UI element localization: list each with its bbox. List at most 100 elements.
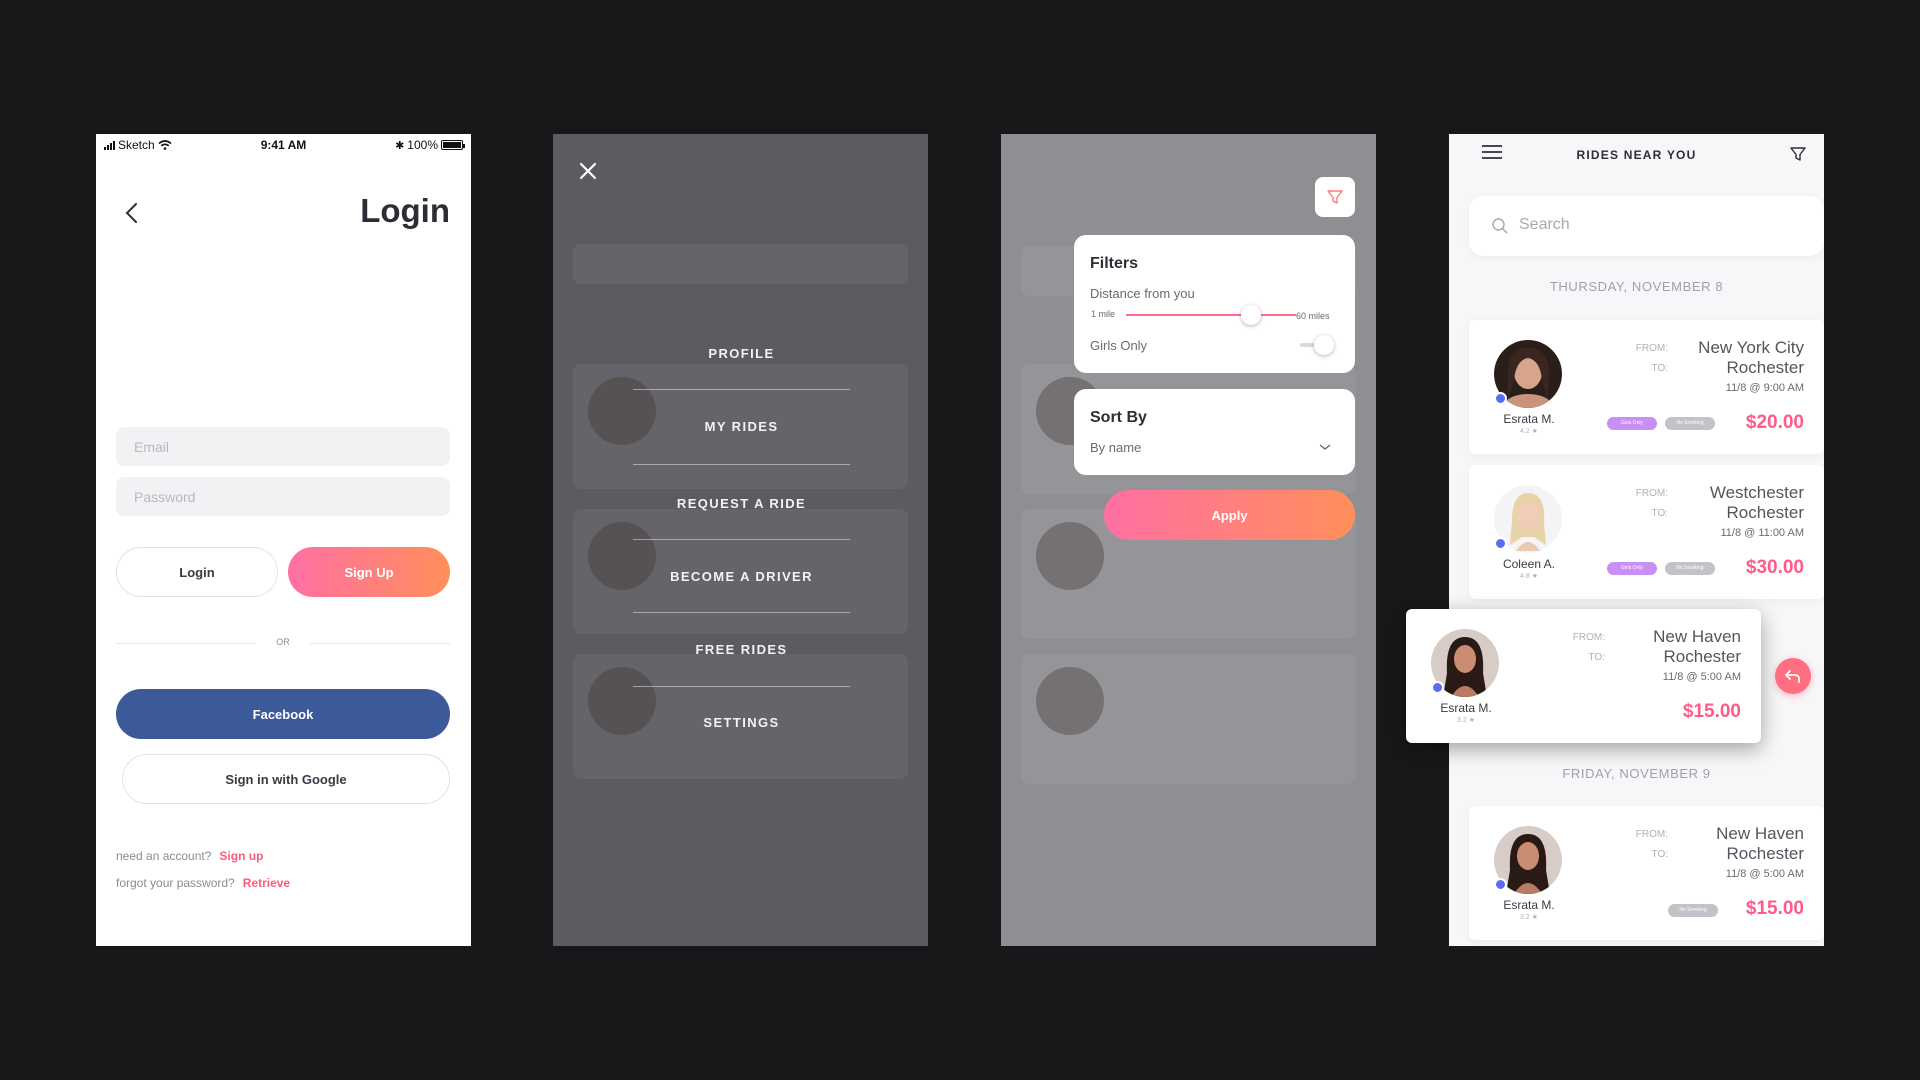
menu-divider	[633, 612, 850, 613]
or-label: OR	[276, 637, 290, 647]
divider-right	[310, 643, 450, 644]
menu-divider	[633, 686, 850, 687]
undo-icon	[1785, 670, 1800, 683]
status-bar: Sketch 9:41 AM ✱ 100%	[96, 134, 471, 156]
search-icon	[1492, 218, 1508, 234]
no-smoking-tag: No Smoking	[1668, 904, 1718, 917]
verified-badge-icon	[1431, 681, 1444, 694]
ride-price: $15.00	[1682, 701, 1741, 722]
forgot-password-row: forgot your password? Retrieve	[116, 876, 290, 890]
distance-slider-track[interactable]	[1126, 314, 1296, 316]
filters-card: Filters Distance from you 1 mile 60 mile…	[1074, 235, 1355, 373]
sort-title: Sort By	[1090, 409, 1147, 426]
ride-origin: New Haven	[1653, 627, 1741, 646]
to-label: TO:	[1651, 849, 1668, 860]
ride-destination: Rochester	[1663, 647, 1741, 666]
need-account-text: need an account?	[116, 849, 212, 863]
distance-slider-thumb[interactable]	[1241, 305, 1261, 325]
filter-button[interactable]	[1315, 177, 1355, 217]
ride-destination: Rochester	[1726, 503, 1804, 522]
menu-divider	[633, 539, 850, 540]
search-bar[interactable]	[1469, 196, 1824, 256]
distance-min-label: 1 mile	[1091, 309, 1116, 319]
menu-item-free-rides[interactable]: FREE RIDES	[633, 642, 850, 657]
signup-link[interactable]: Sign up	[219, 849, 263, 863]
rides-viewport: RIDES NEAR YOU THURSDAY, NOVEMBER 8 Esra…	[1449, 134, 1824, 946]
ghost-avatar-1	[588, 377, 656, 445]
sort-card: Sort By By name	[1074, 389, 1355, 475]
page-title: Login	[360, 192, 450, 229]
signup-button[interactable]: Sign Up	[288, 547, 450, 597]
login-button[interactable]: Login	[116, 547, 278, 597]
verified-badge-icon	[1494, 392, 1507, 405]
search-input[interactable]	[1519, 216, 1799, 234]
from-label: FROM:	[1572, 632, 1605, 643]
ride-origin: New Haven	[1716, 824, 1804, 843]
filter-icon[interactable]	[1789, 145, 1807, 163]
divider-left	[116, 643, 256, 644]
need-account-row: need an account? Sign up	[116, 849, 263, 863]
ride-card[interactable]: Esrata M. 3.2 ★ FROM: TO: New Haven Roch…	[1469, 806, 1824, 940]
menu-item-become-driver[interactable]: BECOME A DRIVER	[633, 569, 850, 584]
girls-only-label: Girls Only	[1090, 338, 1148, 353]
apply-button[interactable]: Apply	[1104, 490, 1355, 540]
ride-card-swiping[interactable]: Esrata M. 3.2 ★ FROM: TO: New Haven Roch…	[1406, 609, 1761, 743]
distance-label: Distance from you	[1090, 286, 1195, 301]
google-signin-button[interactable]: Sign in with Google	[122, 754, 450, 804]
bluetooth-icon: ✱	[395, 139, 405, 152]
status-right: ✱ 100%	[395, 138, 465, 152]
girls-only-tag: Girls Only	[1607, 562, 1657, 575]
no-smoking-tag: No Smoking	[1665, 417, 1715, 430]
ride-destination: Rochester	[1726, 844, 1804, 863]
ride-time: 11/8 @ 5:00 AM	[1662, 671, 1741, 683]
rides-screen: RIDES NEAR YOU THURSDAY, NOVEMBER 8 Esra…	[1406, 134, 1824, 946]
from-label: FROM:	[1635, 343, 1668, 354]
ghost-avatar-3	[1036, 667, 1104, 735]
menu-item-profile[interactable]: PROFILE	[633, 346, 850, 361]
chevron-down-icon[interactable]	[1318, 442, 1332, 452]
driver-name: Esrata M.	[1503, 412, 1555, 426]
filter-screen: Filters Distance from you 1 mile 60 mile…	[1001, 134, 1376, 946]
driver-name: Esrata M.	[1440, 701, 1492, 715]
verified-badge-icon	[1494, 878, 1507, 891]
driver-name: Esrata M.	[1503, 898, 1555, 912]
close-icon[interactable]	[577, 160, 599, 182]
date-header: FRIDAY, NOVEMBER 9	[1562, 766, 1711, 781]
no-smoking-tag: No Smoking	[1665, 562, 1715, 575]
ride-price: $30.00	[1745, 557, 1804, 578]
ghost-search	[573, 244, 908, 284]
undo-button[interactable]	[1775, 658, 1811, 694]
distance-max-label: 60 miles	[1296, 311, 1330, 321]
menu-divider	[633, 464, 850, 465]
to-label: TO:	[1651, 363, 1668, 374]
girls-only-toggle[interactable]	[1300, 335, 1336, 355]
driver-rating: 3.2 ★	[1520, 914, 1538, 921]
menu-item-request-ride[interactable]: REQUEST A RIDE	[633, 496, 850, 511]
battery-label: 100%	[407, 138, 438, 152]
sort-value[interactable]: By name	[1090, 440, 1141, 455]
ride-card[interactable]: Coleen A. 4.8 ★ FROM: TO: Westchester Ro…	[1469, 465, 1824, 599]
menu-item-my-rides[interactable]: MY RIDES	[633, 419, 850, 434]
ride-origin: New York City	[1698, 338, 1804, 357]
filters-title: Filters	[1090, 255, 1139, 272]
forgot-password-text: forgot your password?	[116, 876, 235, 890]
back-arrow-icon[interactable]	[122, 200, 142, 226]
ride-destination: Rochester	[1726, 358, 1804, 377]
ride-card[interactable]: Esrata M. 4.2 ★ FROM: TO: New York City …	[1469, 320, 1824, 454]
ride-time: 11/8 @ 11:00 AM	[1720, 527, 1804, 539]
ride-price: $15.00	[1745, 898, 1804, 919]
password-field[interactable]	[116, 477, 450, 516]
email-field[interactable]	[116, 427, 450, 466]
to-label: TO:	[1588, 652, 1605, 663]
facebook-button[interactable]: Facebook	[116, 689, 450, 739]
menu-screen: PROFILE MY RIDES REQUEST A RIDE BECOME A…	[553, 134, 928, 946]
battery-icon	[441, 140, 465, 150]
ride-time: 11/8 @ 5:00 AM	[1725, 868, 1804, 880]
menu-item-settings[interactable]: SETTINGS	[633, 715, 850, 730]
driver-rating: 4.8 ★	[1520, 573, 1538, 580]
login-screen: Sketch 9:41 AM ✱ 100% Login Login Sign U…	[96, 134, 471, 946]
retrieve-link[interactable]: Retrieve	[243, 876, 290, 890]
ride-price: $20.00	[1745, 412, 1804, 433]
ride-origin: Westchester	[1709, 483, 1804, 502]
page-title: RIDES NEAR YOU	[1576, 148, 1697, 162]
